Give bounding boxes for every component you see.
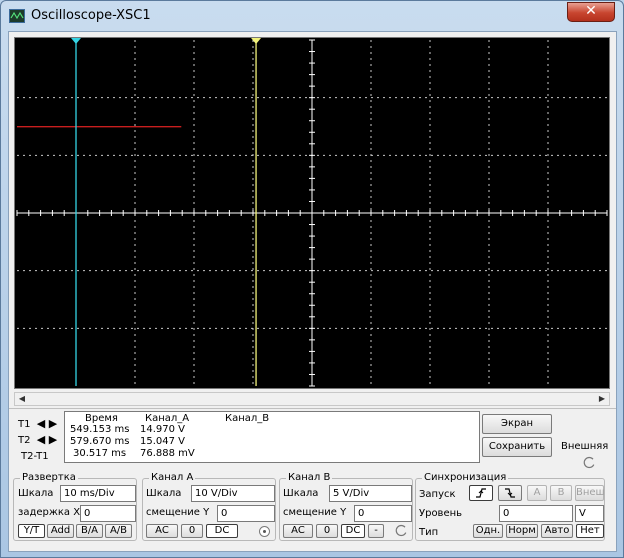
readout-header-channel-b: Канал_B — [225, 413, 270, 424]
readout-t2-time: 579.670 ms — [70, 436, 130, 447]
channel-b-title: Канал B — [286, 472, 333, 483]
falling-edge-icon — [505, 488, 515, 498]
channel-b-offset-field[interactable]: 0 — [354, 505, 412, 522]
channel-a-terminal-icon[interactable] — [259, 526, 270, 537]
screen-button[interactable]: Экран — [482, 414, 552, 434]
trigger-type-label: Тип — [419, 527, 439, 538]
timebase-delay-field[interactable]: 0 — [80, 505, 136, 522]
channel-b-group: Канал B Шкала 5 V/Div смещение Y 0 AC 0 … — [279, 472, 413, 541]
timebase-group: Развертка Шкала 10 ms/Div задержка X 0 Y… — [13, 472, 137, 541]
mode-add-button[interactable]: Add — [47, 524, 74, 538]
readout-delta-channel-a: 76.888 mV — [140, 448, 195, 459]
channel-a-scale-label: Шкала — [146, 488, 182, 499]
channel-a-scale-field[interactable]: 10 V/Div — [191, 485, 275, 502]
trigger-source-external-button[interactable]: Внеш — [575, 485, 605, 501]
trigger-falling-edge-button[interactable] — [498, 485, 522, 501]
title-bar[interactable]: Oscilloscope-XSC1 ✕ — [1, 1, 623, 31]
trigger-normal-button[interactable]: Норм — [506, 524, 538, 538]
channel-b-dc-button[interactable]: DC — [341, 524, 365, 538]
channel-b-zero-button[interactable]: 0 — [316, 524, 338, 538]
mode-ba-button[interactable]: B/A — [76, 524, 103, 538]
timebase-scale-field[interactable]: 10 ms/Div — [60, 485, 136, 502]
scroll-right-icon[interactable]: ▶ — [595, 393, 609, 405]
channel-a-group: Канал A Шкала 10 V/Div смещение Y 0 AC 0… — [142, 472, 276, 541]
cursor-t1-right-icon[interactable]: ▶ — [47, 418, 59, 430]
channel-a-offset-field[interactable]: 0 — [217, 505, 275, 522]
mode-ab-button[interactable]: A/B — [105, 524, 132, 538]
trigger-auto-button[interactable]: Авто — [541, 524, 573, 538]
channel-b-terminal-icon[interactable] — [394, 524, 408, 538]
trigger-source-b-button[interactable]: B — [550, 485, 572, 501]
channel-b-ac-button[interactable]: AC — [283, 524, 313, 538]
trigger-level-label: Уровень — [419, 508, 463, 519]
scroll-left-icon[interactable]: ◀ — [15, 393, 29, 405]
cursor-t2-label: T2 — [18, 435, 31, 446]
oscilloscope-app-icon — [9, 9, 25, 23]
cursor-controls: T1 ◀ ▶ T2 ◀ ▶ T2-T1 — [15, 416, 65, 464]
external-trigger-terminal-icon[interactable] — [582, 456, 596, 470]
timebase-title: Развертка — [20, 472, 78, 483]
external-trigger-label: Внешняя — [561, 441, 609, 452]
horizontal-scrollbar[interactable]: ◀ ▶ — [14, 392, 610, 406]
measurement-readout: Время Канал_A Канал_B 549.153 ms 14.970 … — [64, 411, 480, 463]
trigger-rising-edge-button[interactable] — [469, 485, 493, 501]
cursor-t2-control: T2 ◀ ▶ — [15, 434, 65, 448]
cursor-t1-label: T1 — [18, 419, 31, 430]
trigger-none-button[interactable]: Нет — [576, 524, 604, 538]
trigger-level-field[interactable]: 0 — [499, 505, 573, 522]
cursor-t1-left-icon[interactable]: ◀ — [35, 418, 47, 430]
channel-a-ac-button[interactable]: AC — [146, 524, 178, 538]
save-button[interactable]: Сохранить — [482, 437, 552, 457]
trigger-level-unit: V — [575, 505, 604, 522]
oscilloscope-window: Oscilloscope-XSC1 ✕ ◀ ▶ T1 ◀ ▶ T2 ◀ ▶ T2… — [0, 0, 624, 558]
readout-header-channel-a: Канал_A — [145, 413, 190, 424]
client-area: ◀ ▶ T1 ◀ ▶ T2 ◀ ▶ T2-T1 Время Канал_A Ка… — [8, 31, 617, 552]
rising-edge-icon — [476, 488, 486, 498]
readout-t1-channel-a: 14.970 V — [140, 424, 186, 435]
cursor-t2-right-icon[interactable]: ▶ — [47, 434, 59, 446]
cursor-delta-row: T2-T1 — [15, 450, 65, 464]
mode-yt-button[interactable]: Y/T — [18, 524, 45, 538]
close-button[interactable]: ✕ — [567, 2, 615, 22]
timebase-scale-label: Шкала — [18, 488, 54, 499]
trigger-edge-label: Запуск — [419, 489, 456, 500]
trigger-group: Синхронизация Запуск A B Внеш Уровень 0 … — [415, 472, 605, 541]
channel-b-offset-label: смещение Y — [283, 507, 347, 518]
cursor-delta-label: T2-T1 — [21, 451, 49, 462]
grid — [16, 39, 608, 387]
readout-header-time: Время — [85, 413, 118, 424]
channel-b-scale-field[interactable]: 5 V/Div — [329, 485, 412, 502]
channel-a-offset-label: смещение Y — [146, 507, 210, 518]
channel-b-scale-label: Шкала — [283, 488, 319, 499]
readout-t2-channel-a: 15.047 V — [140, 436, 186, 447]
panel-divider — [9, 408, 616, 409]
channel-a-dc-button[interactable]: DC — [206, 524, 238, 538]
trigger-single-button[interactable]: Одн. — [473, 524, 503, 538]
readout-delta-time: 30.517 ms — [73, 448, 127, 459]
window-title: Oscilloscope-XSC1 — [31, 8, 151, 23]
cursor-t1-marker-icon[interactable] — [71, 38, 81, 44]
readout-t1-time: 549.153 ms — [70, 424, 130, 435]
scope-display — [16, 38, 608, 387]
timebase-delay-label: задержка X — [18, 507, 81, 518]
trigger-title: Синхронизация — [422, 472, 509, 483]
cursor-t1-control: T1 ◀ ▶ — [15, 418, 65, 432]
channel-a-zero-button[interactable]: 0 — [181, 524, 203, 538]
channel-b-minus-button[interactable]: - — [368, 524, 384, 538]
close-icon: ✕ — [585, 3, 597, 19]
channel-a-title: Канал A — [149, 472, 196, 483]
trigger-source-a-button[interactable]: A — [527, 485, 547, 501]
cursor-t2-left-icon[interactable]: ◀ — [35, 434, 47, 446]
scope-screen[interactable] — [14, 37, 610, 389]
